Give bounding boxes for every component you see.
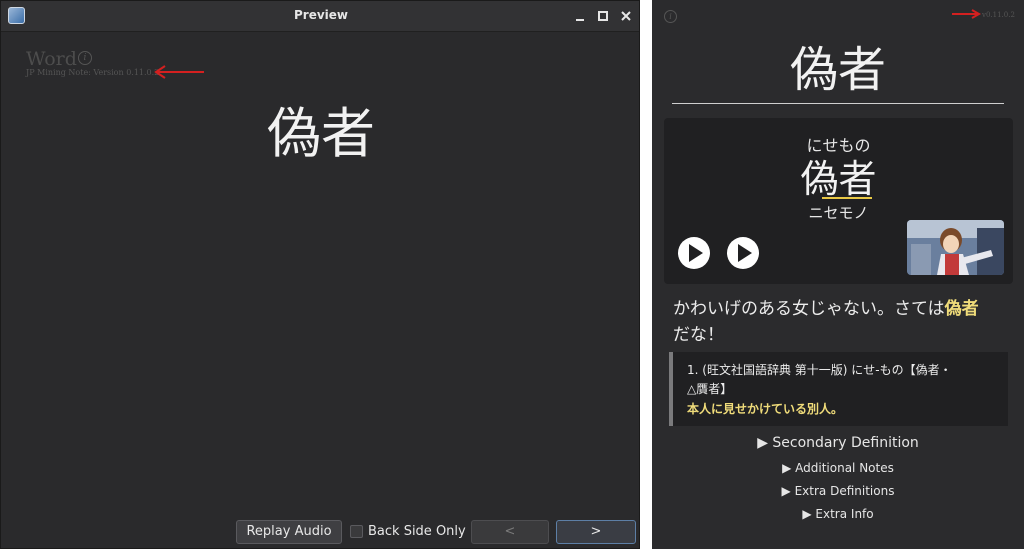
- card-word: 偽者: [789, 42, 886, 98]
- play-audio-icon[interactable]: [677, 236, 711, 270]
- next-button[interactable]: >: [556, 520, 636, 544]
- title-bar: Preview: [1, 1, 639, 32]
- version-label: v0.11.0.2: [982, 11, 1015, 19]
- window-title: Preview: [293, 8, 348, 22]
- definition-line: 1. (旺文社国語辞典 第十一版) にせ‐もの【偽者・: [687, 363, 952, 377]
- secondary-definition-toggle[interactable]: ▶ Secondary Definition: [652, 435, 1024, 451]
- info-icon[interactable]: i: [664, 10, 677, 23]
- sentence-text: かわいげのある女じゃない。さては: [673, 299, 945, 319]
- prev-button[interactable]: <: [471, 520, 549, 544]
- replay-audio-button[interactable]: Replay Audio: [236, 520, 342, 544]
- sentence-highlight: 偽者: [944, 299, 979, 319]
- annotation-arrow-icon: [952, 9, 981, 19]
- close-icon[interactable]: [619, 9, 633, 23]
- version-label: JP Mining Note: Version 0.11.0.2: [26, 68, 160, 77]
- annotation-arrow-icon: [154, 65, 204, 79]
- card-back-preview: i v0.11.0.2 偽者 にせもの 偽者 ニセモノ かわいげのある女じゃない…: [652, 0, 1024, 549]
- word-panel: にせもの 偽者 ニセモノ: [664, 118, 1013, 284]
- sentence-text-end: だな！: [673, 325, 724, 345]
- preview-window: Preview Word i JP Mining Note: Version 0…: [0, 0, 640, 549]
- maximize-icon[interactable]: [596, 9, 610, 23]
- back-side-only-label[interactable]: Back Side Only: [368, 524, 466, 539]
- back-side-only-checkbox[interactable]: [350, 525, 363, 538]
- definition-line: △贋者】: [687, 382, 733, 396]
- additional-notes-toggle[interactable]: ▶ Additional Notes: [652, 461, 1024, 475]
- extra-definitions-toggle[interactable]: ▶ Extra Definitions: [652, 484, 1024, 498]
- minimize-icon[interactable]: [573, 9, 587, 23]
- divider: [672, 103, 1004, 104]
- front-word: 偽者: [267, 102, 375, 165]
- primary-definition: 1. (旺文社国語辞典 第十一版) にせ‐もの【偽者・ △贋者】 本人に見せかけ…: [669, 352, 1008, 426]
- field-name: Word: [26, 48, 77, 70]
- panel-word: 偽者: [800, 157, 877, 201]
- info-icon[interactable]: i: [78, 51, 92, 65]
- screenshot-image: [907, 220, 1004, 275]
- definition-gloss: 本人に見せかけている別人。: [687, 402, 844, 416]
- example-sentence: かわいげのある女じゃない。さては偽者だな！: [673, 296, 1008, 348]
- pitch-accent-line: [822, 197, 872, 199]
- play-audio-icon[interactable]: [726, 236, 760, 270]
- extra-info-toggle[interactable]: ▶ Extra Info: [652, 507, 1024, 521]
